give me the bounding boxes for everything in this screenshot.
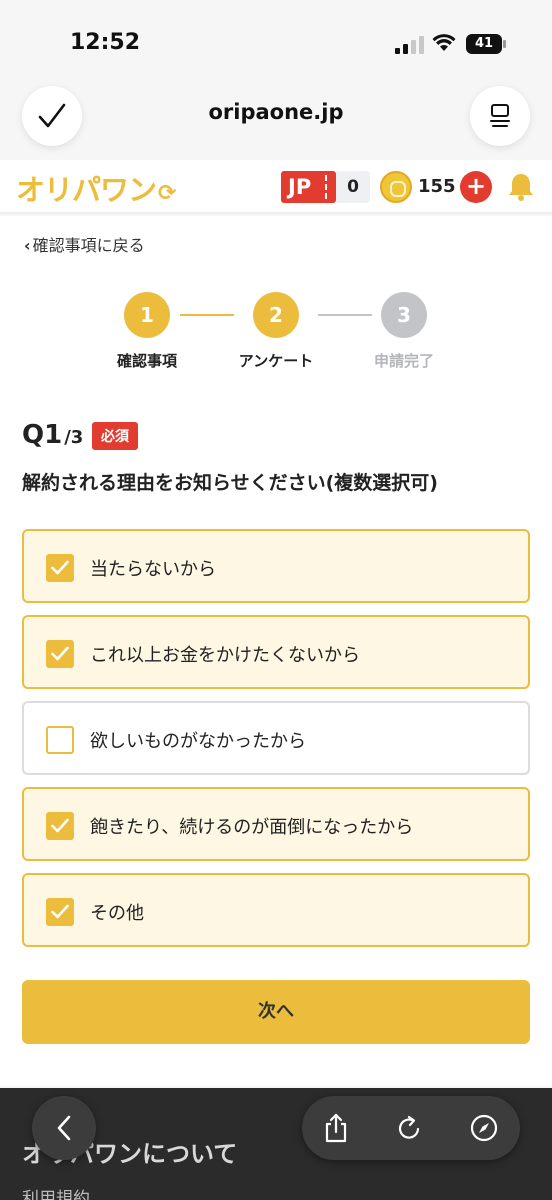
tabs-button[interactable]: [470, 86, 530, 146]
battery-icon: 41: [466, 34, 506, 54]
required-badge: 必須: [92, 422, 138, 450]
logo-text: オリパワン: [16, 173, 157, 207]
checkmark-icon: [51, 818, 69, 833]
back-link-label: 確認事項に戻る: [32, 236, 145, 255]
option-5-checkbox[interactable]: [46, 898, 74, 926]
option-1[interactable]: 当たらないから: [22, 529, 530, 603]
checkmark-icon: [51, 646, 69, 661]
site-logo[interactable]: オリパワン⟳: [16, 167, 176, 209]
step-connector-1: [180, 314, 234, 316]
jp-point-count: 0: [336, 171, 370, 203]
signal-icon: [395, 36, 425, 54]
option-4-label: 飽きたり、続けるのが面倒になったから: [90, 817, 414, 838]
add-coins-button[interactable]: +: [460, 171, 492, 203]
checkmark-icon: [51, 904, 69, 919]
share-icon: [325, 1113, 347, 1143]
reload-icon: [398, 1115, 420, 1139]
wifi-icon: [432, 34, 456, 51]
terms-link[interactable]: 利用規約: [22, 1184, 90, 1200]
step-connector-2: [318, 314, 372, 316]
bell-icon[interactable]: [507, 172, 535, 202]
compass-button[interactable]: [466, 1110, 502, 1146]
coin-icon: [380, 171, 412, 203]
status-time: 12:52: [70, 30, 141, 55]
option-4[interactable]: 飽きたり、続けるのが面倒になったから: [22, 787, 530, 861]
status-bar: 12:52 41: [0, 0, 552, 82]
question-text: 解約される理由をお知らせください(複数選択可): [22, 472, 438, 494]
step-3-label: 申請完了: [373, 352, 434, 370]
coin-count: 155: [418, 176, 456, 197]
share-button[interactable]: [318, 1110, 354, 1146]
browser-action-bar: [302, 1096, 520, 1160]
option-3[interactable]: 欲しいものがなかったから: [22, 701, 530, 775]
option-4-checkbox[interactable]: [46, 812, 74, 840]
progress-stepper: 1 2 3 確認事項 アンケート 申請完了: [0, 292, 552, 392]
reload-button[interactable]: [392, 1110, 428, 1146]
step-1-label: 確認事項: [116, 352, 177, 370]
step-3-circle: 3: [381, 292, 427, 338]
next-button[interactable]: 次へ: [22, 980, 530, 1044]
step-2-circle: 2: [253, 292, 299, 338]
browser-back-button[interactable]: [32, 1096, 96, 1160]
option-2[interactable]: これ以上お金をかけたくないから: [22, 615, 530, 689]
back-link[interactable]: ‹ 確認事項に戻る: [24, 232, 145, 256]
option-2-checkbox[interactable]: [46, 640, 74, 668]
logo-mark-icon: ⟳: [158, 181, 176, 206]
chevron-left-icon: ‹: [24, 236, 31, 255]
option-3-checkbox[interactable]: [46, 726, 74, 754]
option-1-label: 当たらないから: [90, 559, 216, 580]
step-1-circle: 1: [124, 292, 170, 338]
question-total: /3: [64, 427, 84, 448]
question-number: Q1/3: [22, 420, 83, 450]
checkmark-icon: [51, 560, 69, 575]
option-1-checkbox[interactable]: [46, 554, 74, 582]
option-5-label: その他: [90, 903, 144, 924]
main-content: ‹ 確認事項に戻る 1 2 3 確認事項 アンケート 申請完了 Q1/3 必須 解…: [0, 216, 552, 1086]
question-index: Q1: [22, 420, 63, 450]
step-2-label: アンケート: [238, 352, 314, 370]
option-3-label: 欲しいものがなかったから: [90, 731, 306, 752]
jp-point-badge[interactable]: JP: [281, 171, 336, 203]
option-2-label: これ以上お金をかけたくないから: [90, 645, 360, 666]
site-header: オリパワン⟳ JP 0 155 +: [0, 160, 552, 214]
compass-icon: [470, 1114, 498, 1142]
chevron-left-icon: [57, 1115, 71, 1141]
tabs-icon: [490, 104, 510, 127]
option-5[interactable]: その他: [22, 873, 530, 947]
browser-toolbar: oripaone.jp: [0, 82, 552, 152]
